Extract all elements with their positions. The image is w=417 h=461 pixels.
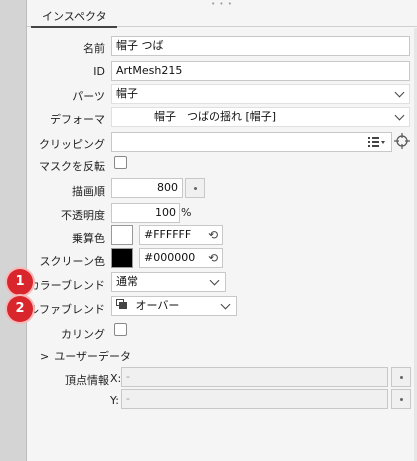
name-field[interactable]: 帽子 つば: [111, 36, 410, 56]
deformer-dropdown[interactable]: 帽子 つばの揺れ [帽子]: [111, 107, 410, 127]
id-field[interactable]: ArtMesh215: [111, 61, 410, 81]
draw-order-field[interactable]: 800: [111, 178, 183, 198]
deformer-dropdown-value: 帽子 つばの揺れ [帽子]: [154, 110, 277, 123]
chevron-down-icon: [220, 299, 231, 310]
parts-dropdown-value: 帽子: [116, 87, 138, 100]
dot-icon: [194, 187, 197, 190]
multiply-color-value: #FFFFFF: [144, 228, 192, 241]
vertex-y-menu-button[interactable]: [391, 389, 411, 409]
multiply-color-label: 乗算色: [72, 232, 105, 245]
screen-color-swatch[interactable]: [111, 248, 133, 268]
vertex-x-field[interactable]: -: [121, 367, 388, 387]
color-blend-dropdown[interactable]: 通常: [111, 272, 226, 292]
reset-icon[interactable]: ⟲: [208, 251, 218, 265]
chevron-down-icon: [209, 275, 220, 286]
color-blend-value: 通常: [116, 275, 138, 288]
invert-mask-label: マスクを反転: [39, 160, 105, 173]
layers-icon: [116, 299, 128, 310]
user-data-expander[interactable]: > ユーザーデータ: [40, 348, 131, 364]
reset-icon[interactable]: ⟲: [208, 228, 218, 242]
screen-color-field[interactable]: #000000 ⟲: [139, 248, 223, 268]
dot-icon: [400, 398, 403, 401]
vertex-x-label: X:: [110, 372, 122, 385]
culling-checkbox[interactable]: [114, 323, 127, 336]
screen-color-label: スクリーン色: [39, 255, 105, 268]
alpha-blend-value: オーバー: [135, 299, 180, 312]
vertex-y-field[interactable]: -: [121, 389, 388, 409]
clipping-list-button[interactable]: [367, 135, 387, 149]
inspector-tabbar: インスペクタ: [27, 8, 417, 28]
chevron-down-icon: [394, 87, 405, 98]
alpha-blend-dropdown[interactable]: オーバー: [111, 296, 237, 316]
target-icon[interactable]: [394, 133, 410, 149]
step-badge-2: 2: [7, 296, 33, 322]
draw-order-menu-button[interactable]: [185, 178, 205, 198]
panel-grip-handle[interactable]: • • •: [27, 1, 417, 8]
screen-color-value: #000000: [144, 251, 196, 264]
opacity-unit: %: [181, 206, 192, 219]
dot-icon: [400, 376, 403, 379]
color-blend-label: カラーブレンド: [28, 279, 105, 292]
vertex-info-label: 頂点情報: [65, 374, 109, 387]
chevron-down-icon: [394, 110, 405, 121]
chevron-right-icon: >: [40, 350, 50, 363]
clipping-label: クリッピング: [39, 138, 105, 151]
vertex-y-label: Y:: [110, 394, 119, 407]
draw-order-label: 描画順: [72, 185, 105, 198]
name-label: 名前: [83, 42, 105, 55]
multiply-color-swatch[interactable]: [111, 225, 133, 245]
deformer-label: デフォーマ: [50, 113, 105, 126]
user-data-label: ユーザーデータ: [54, 350, 131, 363]
invert-mask-checkbox[interactable]: [114, 156, 127, 169]
step-badge-1: 1: [7, 269, 33, 295]
inspector-panel: • • • インスペクタ 名前 帽子 つば ID ArtMesh215 パーツ …: [17, 0, 417, 461]
parts-label: パーツ: [72, 90, 105, 103]
culling-label: カリング: [61, 328, 105, 341]
multiply-color-field[interactable]: #FFFFFF ⟲: [139, 225, 223, 245]
vertex-x-menu-button[interactable]: [391, 367, 411, 387]
id-label: ID: [93, 65, 105, 78]
clipping-field[interactable]: [111, 132, 392, 152]
opacity-field[interactable]: 100: [111, 203, 180, 223]
list-icon: [368, 137, 385, 147]
tab-inspector[interactable]: インスペクタ: [31, 8, 117, 28]
opacity-label: 不透明度: [61, 209, 105, 222]
parts-dropdown[interactable]: 帽子: [111, 84, 410, 104]
